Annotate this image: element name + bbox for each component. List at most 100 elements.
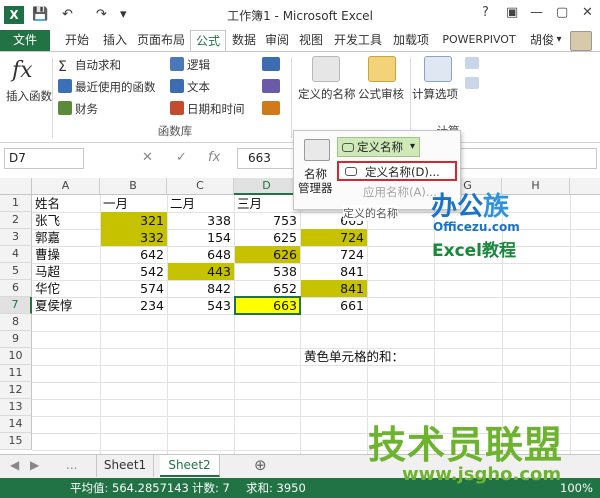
name-manager-label-1[interactable]: 名称 [304,167,327,181]
calculator-icon[interactable] [424,56,452,82]
cell-d3[interactable]: 625 [235,229,300,246]
select-all-corner[interactable] [0,178,32,195]
cell-d1[interactable]: 三月 [235,195,300,212]
sheet-tab-sheet1[interactable]: Sheet1 [96,455,154,477]
tab-addins[interactable]: 加载项 [390,30,432,52]
name-manager-icon[interactable] [304,139,330,161]
cell-b6[interactable]: 574 [101,280,167,297]
column-header-a[interactable]: A [32,178,100,195]
name-manager-label-2[interactable]: 管理器 [298,181,333,195]
cell-c1[interactable]: 二月 [168,195,234,212]
cell-b3[interactable]: 332 [101,229,167,246]
user-avatar[interactable] [570,31,592,51]
defined-names-button[interactable]: 定义的名称 [298,86,356,102]
enter-icon[interactable]: ✓ [176,150,187,165]
row-header[interactable]: 9 [0,331,32,348]
column-header-d[interactable]: D [234,178,300,195]
name-box[interactable]: D7 [4,148,84,169]
sheet-next-icon[interactable]: ▶ [30,458,39,472]
datetime-button[interactable]: 日期和时间 [170,101,245,117]
cell-d5[interactable]: 538 [235,263,300,280]
tab-view[interactable]: 视图 [296,30,326,52]
row-header[interactable]: 6 [0,280,32,297]
cancel-icon[interactable]: ✕ [142,150,153,165]
help-icon[interactable]: ? [482,5,489,21]
tab-review[interactable]: 审阅 [262,30,292,52]
row-header[interactable]: 4 [0,246,32,263]
formula-audit-button[interactable]: 公式审核 [358,86,404,102]
tab-formulas[interactable]: 公式 [190,30,226,52]
formula-audit-icon[interactable] [368,56,396,82]
logical-button[interactable]: 逻辑 [170,57,210,73]
recent-functions-button[interactable]: 最近使用的函数 [58,79,156,95]
cell-c4[interactable]: 648 [168,246,234,263]
cell-b5[interactable]: 542 [101,263,167,280]
calc-options-button[interactable]: 计算选项 [412,86,458,102]
calculate-sheet-icon[interactable] [465,77,479,89]
sheet-prev-icon[interactable]: ◀ [10,458,19,472]
row-header[interactable]: 11 [0,365,32,382]
user-dropdown-icon[interactable]: ▾ [554,30,564,52]
row-header[interactable]: 2 [0,212,32,229]
cell-d4[interactable]: 626 [235,246,300,263]
calculate-now-icon[interactable] [465,57,479,69]
dropdown-arrow-icon[interactable]: ▾ [410,138,415,156]
column-header-c[interactable]: C [167,178,234,195]
autosum-button[interactable]: Σ 自动求和 [58,57,121,74]
restore-icon[interactable]: ▢ [556,5,568,21]
cell-a6[interactable]: 华佗 [33,280,100,297]
cell-e7[interactable]: 661 [301,297,367,314]
cell-c2[interactable]: 338 [168,212,234,229]
tab-home[interactable]: 开始 [60,30,94,52]
row-header[interactable]: 15 [0,433,32,450]
row-header[interactable]: 10 [0,348,32,365]
tab-powerpivot[interactable]: POWERPIVOT [438,30,520,52]
cell-a3[interactable]: 郭嘉 [33,229,100,246]
cell-e6[interactable]: 841 [301,280,367,297]
row-header[interactable]: 5 [0,263,32,280]
row-header[interactable]: 7 [0,297,32,314]
tab-developer[interactable]: 开发工具 [330,30,386,52]
column-header-b[interactable]: B [100,178,167,195]
tab-insert[interactable]: 插入 [98,30,132,52]
cell-d2[interactable]: 753 [235,212,300,229]
insert-function-icon[interactable]: fx [12,58,33,83]
cell-b7[interactable]: 234 [101,297,167,314]
cell-a2[interactable]: 张飞 [33,212,100,229]
text-button[interactable]: 文本 [170,79,210,95]
cell-c3[interactable]: 154 [168,229,234,246]
lookup-reference-icon[interactable] [262,57,280,71]
cell-a1[interactable]: 姓名 [33,195,100,212]
cell-b4[interactable]: 642 [101,246,167,263]
cell-c5[interactable]: 443 [168,263,234,280]
math-trig-icon[interactable] [262,79,280,93]
insert-function-button[interactable]: 插入函数 [6,88,52,104]
cell-d7-active[interactable]: 663 [234,296,301,315]
cell-a5[interactable]: 马超 [33,263,100,280]
close-icon[interactable]: ✕ [582,5,593,21]
more-functions-icon[interactable] [262,101,280,115]
zoom-level[interactable]: 100% [560,478,593,498]
cell-b2[interactable]: 321 [101,212,167,229]
cell-e5[interactable]: 841 [301,263,367,280]
ribbon-display-options-icon[interactable]: ▣ [506,5,518,21]
sheet-tab-sheet2[interactable]: Sheet2 [160,455,220,477]
tab-page-layout[interactable]: 页面布局 [135,30,187,52]
cell-e4[interactable]: 724 [301,246,367,263]
row-header[interactable]: 1 [0,195,32,212]
tab-data[interactable]: 数据 [229,30,259,52]
tab-file[interactable]: 文件 [0,30,50,52]
define-name-menu-item[interactable]: 定义名称(D)... [337,161,457,181]
cell-e10[interactable]: 黄色单元格的和： [302,348,442,365]
sheet-more-icon[interactable]: ... [66,458,77,472]
cell-c6[interactable]: 842 [168,280,234,297]
add-sheet-icon[interactable]: ⊕ [254,456,267,474]
cell-e3[interactable]: 724 [301,229,367,246]
row-header[interactable]: 3 [0,229,32,246]
cell-b1[interactable]: 一月 [101,195,167,212]
define-name-split-button[interactable]: 定义名称 ▾ [337,137,420,157]
user-name[interactable]: 胡俊 [528,30,556,52]
cell-c7[interactable]: 543 [168,297,234,314]
financial-button[interactable]: 财务 [58,101,98,117]
row-header[interactable]: 14 [0,416,32,433]
